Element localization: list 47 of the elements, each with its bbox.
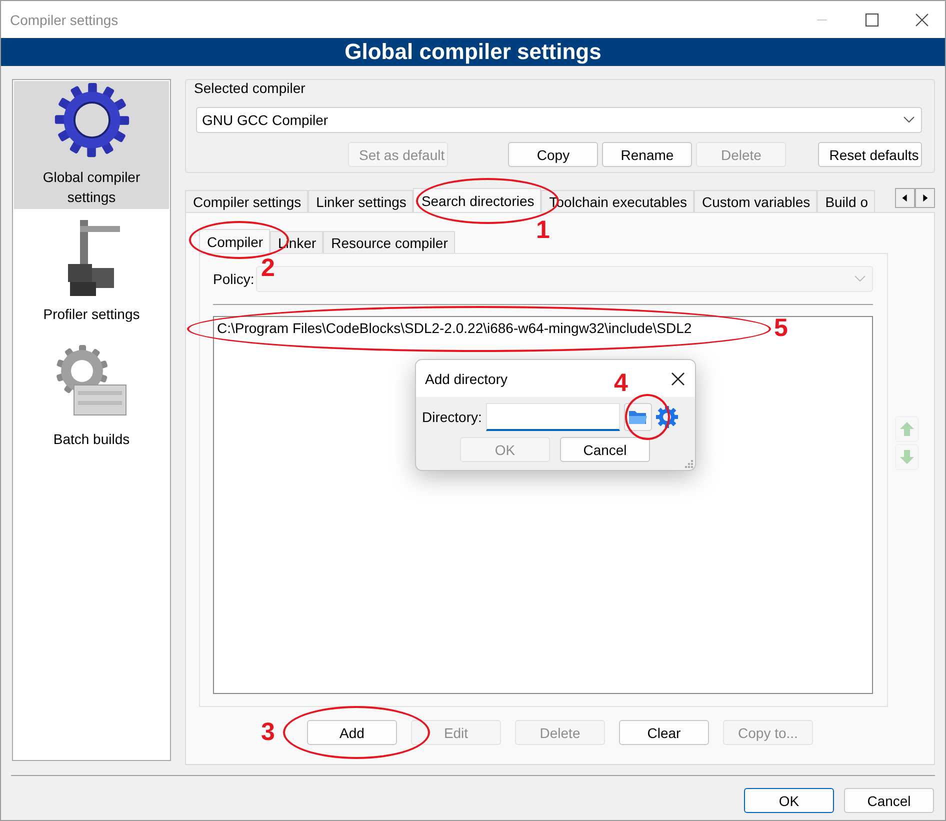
- step-number: 3: [261, 719, 275, 745]
- compiler-button[interactable]: Reset defaults: [818, 142, 922, 167]
- step-number: 2: [261, 255, 275, 281]
- directory-label: Directory:: [422, 409, 482, 425]
- highlight-ellipse: [625, 394, 670, 440]
- window-title: Compiler settings: [10, 12, 120, 28]
- group-legend: Selected compiler: [194, 80, 922, 97]
- step-number: 4: [614, 370, 628, 396]
- scroll-left-icon[interactable]: [895, 188, 915, 208]
- sidebar-item[interactable]: Global compiler settings: [14, 81, 169, 209]
- tab[interactable]: Build o: [817, 190, 875, 212]
- policy-label: Policy:: [213, 271, 254, 287]
- close-icon[interactable]: [671, 372, 685, 386]
- folder-button[interactable]: [624, 403, 652, 431]
- dialog-button[interactable]: Cancel: [844, 788, 934, 813]
- sidebar-item[interactable]: Batch builds: [14, 334, 169, 459]
- dialog-button[interactable]: Cancel: [560, 437, 650, 462]
- header-title: Global compiler settings: [344, 39, 602, 65]
- compiler-dropdown[interactable]: GNU GCC Compiler: [196, 107, 922, 133]
- tab[interactable]: Custom variables: [694, 190, 818, 212]
- caret-icon: [854, 275, 866, 283]
- compiler-button[interactable]: Rename: [602, 142, 692, 167]
- step-number: 5: [774, 315, 788, 341]
- up-arrow-icon: [898, 420, 916, 438]
- directory-field[interactable]: [486, 403, 620, 431]
- list-button[interactable]: Clear: [619, 720, 709, 745]
- tab[interactable]: Compiler settings: [185, 190, 308, 212]
- scroll-right-icon[interactable]: [915, 188, 935, 208]
- subtab[interactable]: Compiler: [199, 229, 270, 253]
- dialog-button[interactable]: OK: [744, 788, 834, 813]
- tab[interactable]: Linker settings: [308, 190, 414, 212]
- resize-grip-icon[interactable]: [683, 458, 693, 468]
- sidebar-label: Profiler settings: [43, 305, 140, 324]
- compiler-button[interactable]: Copy: [508, 142, 598, 167]
- sidebar-label: Batch builds: [53, 430, 130, 449]
- dialog-title: Add directory: [425, 370, 508, 386]
- subtab[interactable]: Resource compiler: [323, 231, 455, 253]
- tab[interactable]: Search directories: [413, 188, 542, 212]
- sidebar-label: Global compiler settings: [42, 168, 142, 207]
- gear-icon[interactable]: [656, 406, 678, 428]
- folder-icon: [628, 409, 648, 425]
- directory-item[interactable]: C:\Program Files\CodeBlocks\SDL2-2.0.22\i686-w64-mingw32\include\SDL2: [217, 319, 692, 337]
- list-button[interactable]: Add: [307, 720, 397, 745]
- step-number: 1: [536, 217, 550, 243]
- caret-icon: [903, 116, 915, 124]
- sidebar-item[interactable]: Profiler settings: [14, 209, 169, 334]
- down-arrow-icon: [898, 448, 916, 466]
